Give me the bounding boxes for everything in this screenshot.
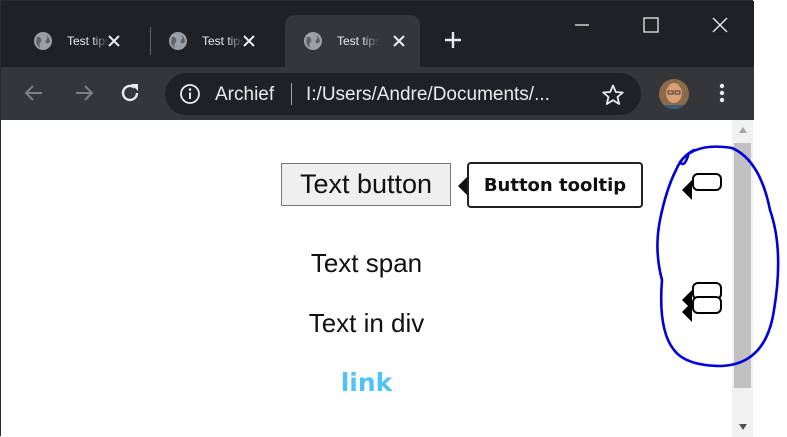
omnibox-divider: [291, 83, 292, 105]
arrow-right-icon: [76, 85, 94, 101]
page-link[interactable]: link: [1, 368, 732, 397]
globe-icon: [169, 32, 187, 50]
tab-1[interactable]: Test tips: [15, 15, 135, 67]
tab-strip: Test tips Test tips Test tips: [1, 1, 754, 67]
tab-title: Test tips: [337, 34, 379, 48]
back-button[interactable]: [21, 80, 47, 106]
text-span: Text span: [310, 248, 423, 278]
triangle-down-icon: [738, 424, 747, 430]
info-icon[interactable]: [179, 83, 201, 105]
minimize-icon: [575, 24, 589, 26]
scroll-up-button[interactable]: [732, 120, 753, 140]
text-in-div: Text in div: [308, 308, 425, 338]
url-text[interactable]: I:/Users/Andre/Documents/...: [306, 84, 586, 106]
reload-button[interactable]: [117, 80, 143, 106]
triangle-up-icon: [738, 127, 747, 133]
tab-2[interactable]: Test tips: [150, 15, 270, 67]
browser-window: Test tips Test tips Test tips Archief I:…: [0, 0, 754, 437]
site-label: Archief: [215, 84, 275, 105]
minimize-button[interactable]: [566, 9, 598, 41]
new-tab-plus-icon[interactable]: [441, 28, 465, 52]
vertical-scrollbar[interactable]: [732, 120, 753, 437]
reload-icon: [121, 84, 139, 102]
tooltip-arrow: [458, 177, 467, 195]
maximize-button[interactable]: [635, 9, 667, 41]
address-bar[interactable]: Archief I:/Users/Andre/Documents/...: [165, 73, 641, 115]
tab-title: Test tips: [202, 34, 244, 48]
button-tooltip: Button tooltip: [467, 162, 643, 208]
browser-menu-button[interactable]: [709, 80, 735, 106]
forward-button[interactable]: [71, 80, 97, 106]
star-icon[interactable]: [601, 83, 625, 107]
scroll-thumb[interactable]: [734, 143, 751, 388]
window-close-button[interactable]: [704, 9, 736, 41]
close-icon: [712, 17, 728, 33]
arrow-left-icon: [24, 85, 42, 101]
scroll-down-button[interactable]: [732, 417, 753, 437]
browser-toolbar: Archief I:/Users/Andre/Documents/...: [1, 67, 754, 120]
kebab-menu-icon: [719, 83, 725, 103]
globe-icon: [304, 32, 322, 50]
close-icon[interactable]: [105, 32, 123, 50]
close-icon[interactable]: [390, 32, 408, 50]
tab-title: Test tips: [67, 34, 109, 48]
close-icon[interactable]: [240, 32, 258, 50]
text-button[interactable]: Text button: [281, 163, 451, 206]
profile-photo-icon: [659, 79, 689, 109]
maximize-icon: [643, 17, 659, 33]
globe-icon: [34, 32, 52, 50]
tab-3[interactable]: Test tips: [285, 15, 420, 67]
avatar[interactable]: [659, 79, 689, 109]
page-content: Text button Button tooltip Text span Tex…: [1, 120, 732, 437]
